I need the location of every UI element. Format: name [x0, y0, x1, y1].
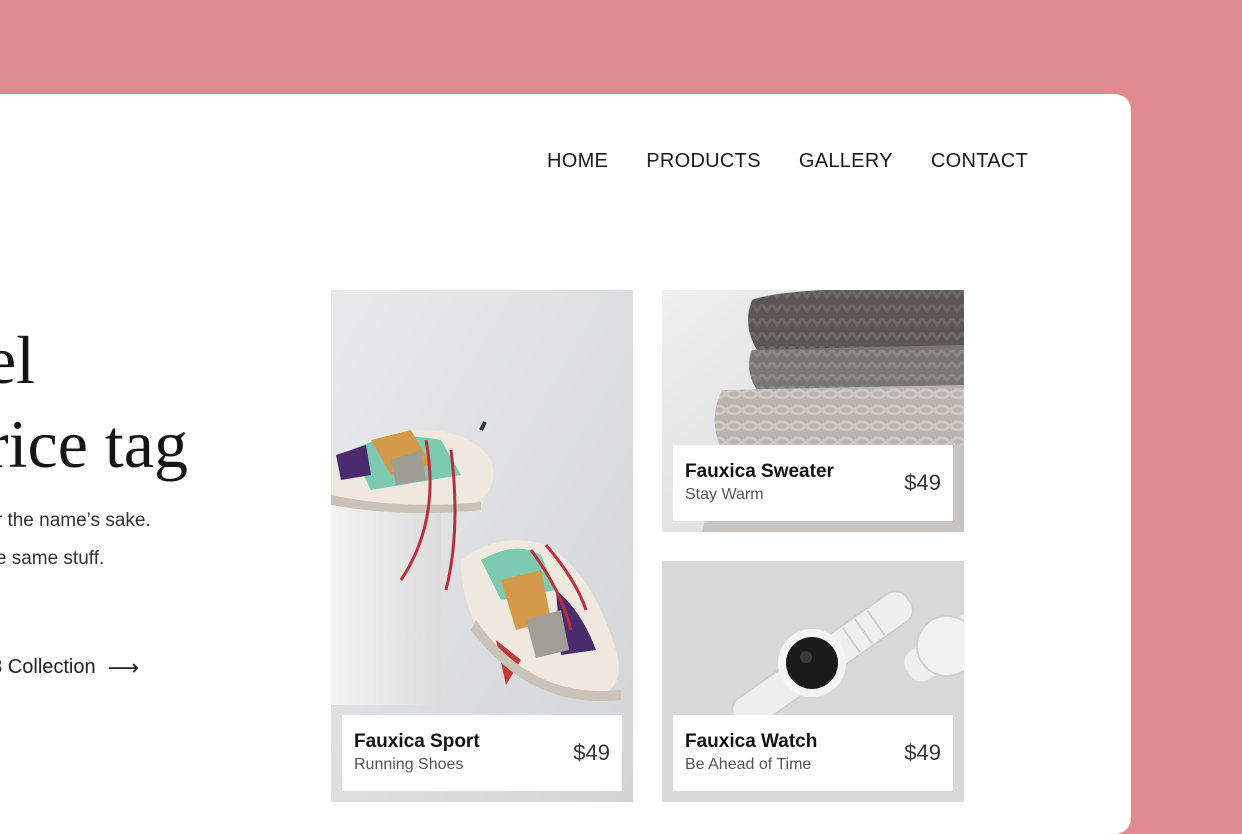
- product-caption: Fauxica Watch Be Ahead of Time $49: [673, 715, 953, 791]
- collection-link[interactable]: 23 Collection ⟶: [0, 656, 139, 679]
- nav-products-link[interactable]: PRODUCTS: [646, 150, 761, 173]
- product-card-sport[interactable]: Fauxica Sport Running Shoes $49: [331, 290, 633, 802]
- collection-link-label: 23 Collection: [0, 656, 96, 678]
- nav-gallery-link[interactable]: GALLERY: [799, 150, 893, 173]
- product-subtitle: Stay Warm: [685, 486, 764, 503]
- product-text: Fauxica Watch Be Ahead of Time: [685, 730, 817, 776]
- product-price: $49: [904, 740, 941, 765]
- hero-subtitle-line-1: for the name’s sake.: [0, 510, 151, 531]
- nav-contact-link[interactable]: CONTACT: [931, 150, 1028, 173]
- product-name: Fauxica Sweater: [685, 461, 834, 482]
- product-price: $49: [904, 470, 941, 495]
- hero-headline-line-1: el: [0, 322, 36, 398]
- hero-subtitle: for the name’s sake. the same stuff.: [0, 502, 151, 578]
- product-subtitle: Running Shoes: [354, 756, 464, 773]
- product-name: Fauxica Sport: [354, 731, 480, 752]
- product-caption: Fauxica Sport Running Shoes $49: [342, 715, 622, 791]
- product-card-watch[interactable]: Fauxica Watch Be Ahead of Time $49: [662, 561, 964, 802]
- product-card-sweater[interactable]: Fauxica Sweater Stay Warm $49: [662, 290, 964, 532]
- hero-headline: el rice tag: [0, 318, 188, 486]
- product-caption: Fauxica Sweater Stay Warm $49: [673, 445, 953, 521]
- product-text: Fauxica Sweater Stay Warm: [685, 460, 834, 506]
- nav-home-link[interactable]: HOME: [547, 150, 608, 173]
- hero-subtitle-line-2: the same stuff.: [0, 548, 105, 569]
- product-text: Fauxica Sport Running Shoes: [354, 730, 480, 776]
- hero-headline-line-2: rice tag: [0, 406, 188, 482]
- main-nav: HOME PRODUCTS GALLERY CONTACT: [547, 150, 1028, 173]
- arrow-right-icon: ⟶: [107, 654, 140, 680]
- product-price: $49: [573, 740, 610, 765]
- product-name: Fauxica Watch: [685, 731, 818, 752]
- product-subtitle: Be Ahead of Time: [685, 756, 812, 773]
